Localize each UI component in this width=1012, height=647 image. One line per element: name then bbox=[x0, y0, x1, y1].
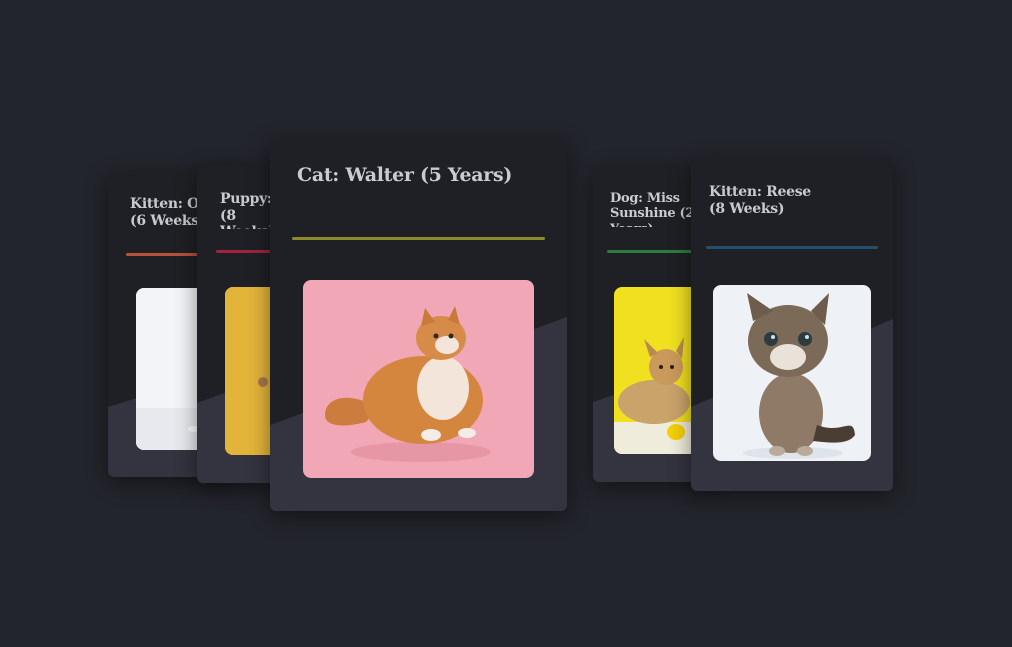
card-kitten-reese[interactable]: Kitten: Reese (8 Weeks) bbox=[691, 158, 893, 491]
card-cat-walter[interactable]: Cat: Walter (5 Years) bbox=[270, 138, 567, 511]
card-title: Cat: Walter (5 Years) bbox=[297, 164, 513, 186]
card-accent-line bbox=[607, 250, 697, 253]
card-title: Puppy: (8 Weeks) bbox=[220, 191, 270, 229]
card-title: Kitten: Reese (8 Weeks) bbox=[709, 184, 811, 217]
kitten-photo bbox=[713, 285, 871, 461]
pink-cat-photo bbox=[303, 280, 534, 478]
card-accent-line bbox=[706, 246, 878, 249]
card-title: Dog: Miss Sunshine (2 Years) bbox=[610, 191, 695, 227]
card-accent-line bbox=[292, 237, 545, 240]
card-accent-line bbox=[126, 253, 206, 256]
